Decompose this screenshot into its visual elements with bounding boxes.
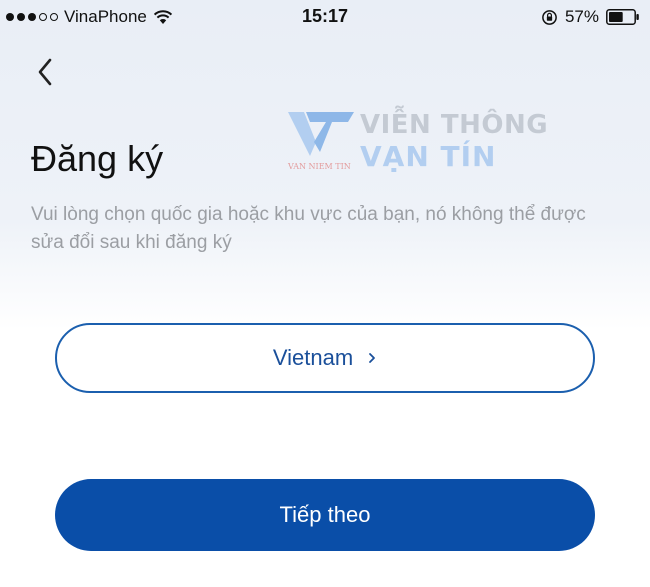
chevron-right-icon bbox=[369, 353, 376, 363]
next-button-label: Tiếp theo bbox=[279, 502, 371, 527]
page-subtitle: Vui lòng chọn quốc gia hoặc khu vực của … bbox=[31, 204, 586, 253]
rotation-lock-icon bbox=[542, 9, 557, 25]
battery-percent: 57% bbox=[564, 7, 599, 26]
watermark-small-text: VAN NIEM TIN bbox=[288, 162, 351, 171]
chevron-left-icon bbox=[38, 58, 52, 86]
watermark: VIỄN THÔNG VẠN TÍN VAN NIEM TIN bbox=[288, 104, 548, 179]
country-selector-value: Vietnam bbox=[272, 345, 354, 370]
country-selector[interactable]: Vietnam bbox=[55, 323, 595, 393]
watermark-line-1: VIỄN THÔNG bbox=[360, 110, 549, 140]
battery-icon bbox=[606, 9, 639, 25]
status-bar-right: 57% bbox=[541, 7, 640, 27]
back-button[interactable] bbox=[30, 52, 66, 92]
watermark-line-2: VẠN TÍN bbox=[360, 140, 497, 173]
status-bar: VinaPhone 15:17 57% bbox=[0, 0, 650, 36]
next-button[interactable]: Tiếp theo bbox=[55, 479, 595, 551]
page-title: Đăng ký bbox=[31, 138, 164, 179]
watermark-logo-icon bbox=[288, 112, 354, 156]
